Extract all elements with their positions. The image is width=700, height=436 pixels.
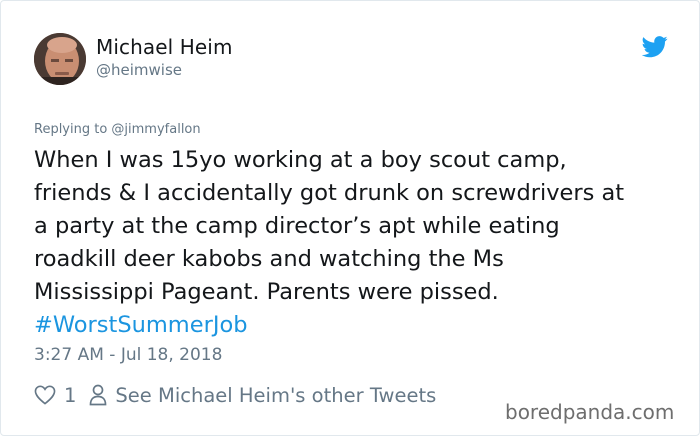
other-tweets-link[interactable]: See Michael Heim's other Tweets: [115, 384, 436, 407]
avatar[interactable]: [34, 33, 86, 85]
replying-to-line[interactable]: Replying to @jimmyfallon: [34, 122, 201, 137]
user-handle[interactable]: @heimwise: [96, 61, 182, 79]
tweet-card: Michael Heim @heimwise Replying to @jimm…: [0, 0, 700, 436]
tweet-text-line: friends & I accidentally got drunk on sc…: [34, 180, 625, 206]
heart-icon[interactable]: [34, 385, 56, 405]
twitter-bird-icon[interactable]: [642, 36, 668, 58]
hashtag-link[interactable]: #WorstSummerJob: [34, 309, 674, 342]
tweet-text-line: When I was 15yo working at a boy scout c…: [34, 147, 567, 173]
tweet-text-line: a party at the camp director’s apt while…: [34, 213, 560, 239]
tweet-text-line: roadkill deer kabobs and watching the Ms: [34, 246, 504, 272]
tweet-timestamp[interactable]: 3:27 AM - Jul 18, 2018: [34, 345, 222, 365]
tweet-actions: 1 See Michael Heim's other Tweets: [34, 382, 436, 408]
like-count: 1: [64, 383, 77, 407]
tweet-text: When I was 15yo working at a boy scout c…: [34, 144, 674, 342]
watermark: boredpanda.com: [505, 400, 675, 424]
person-icon: [90, 384, 107, 406]
display-name[interactable]: Michael Heim: [96, 35, 233, 59]
tweet-text-line: Mississippi Pageant. Parents were pissed…: [34, 279, 499, 305]
